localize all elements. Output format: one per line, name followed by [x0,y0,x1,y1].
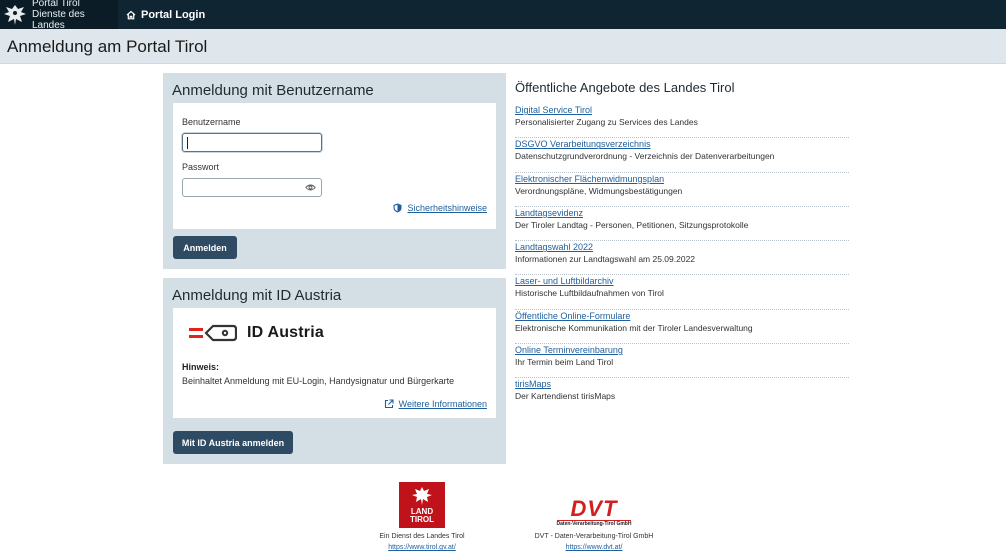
id-austria-card: Anmeldung mit ID Austria ID Austria Hinw… [163,278,506,464]
page-header: Anmeldung am Portal Tirol [0,29,1006,64]
text-caret [187,137,188,149]
page-title: Anmeldung am Portal Tirol [7,37,208,56]
brand-subtitle: Dienste des Landes [32,9,85,31]
id-austria-panel: ID Austria Hinweis: Beinhaltet Anmeldung… [173,308,496,418]
hint-title: Hinweis: [182,362,220,372]
list-item: Landtagswahl 2022 Informationen zur Land… [515,241,849,276]
username-input[interactable] [182,133,322,152]
offer-description: Personalisierter Zugang zu Services des … [515,117,698,127]
external-link-icon [384,399,394,409]
more-information-label: Weitere Informationen [398,399,487,409]
offer-link[interactable]: Digital Service Tirol [515,105,849,116]
brand-title: Portal Tirol [32,0,80,9]
id-austria-key-icon [189,324,237,342]
footer-dvt: DVT Daten-Verarbeitung-Tirol GmbH DVT - … [519,482,669,553]
offer-link[interactable]: Öffentliche Online-Formulare [515,311,849,322]
offer-description: Der Kartendienst tirisMaps [515,391,616,402]
list-item: Digital Service Tirol Personalisierter Z… [515,104,849,139]
public-offers-section: Öffentliche Angebote des Landes Tirol Di… [515,80,849,413]
password-input[interactable] [182,178,322,197]
offer-link[interactable]: tirisMaps [515,379,849,390]
home-icon [126,10,136,19]
id-austria-login-button[interactable]: Mit ID Austria anmelden [173,431,293,454]
login-button[interactable]: Anmelden [173,236,237,259]
offer-link[interactable]: Laser- und Luftbildarchiv [515,276,849,287]
list-item: Elektronischer Flächenwidmungsplan Veror… [515,173,849,207]
portal-login-label: Portal Login [141,8,206,21]
dvt-logo-subtitle: Daten-Verarbeitung-Tirol GmbH [556,520,632,527]
id-austria-logo: ID Austria [189,322,324,344]
public-offers-title: Öffentliche Angebote des Landes Tirol [515,80,735,95]
security-notes-link[interactable]: Sicherheitshinweise [393,203,487,213]
password-label: Passwort [182,162,220,172]
shield-icon [393,203,402,213]
list-item: Landtagsevidenz Der Tiroler Landtag - Pe… [515,207,849,242]
land-tirol-caption: Ein Dienst des Landes Tirol [379,533,465,540]
offer-description: Informationen zur Landtagswahl am 25.09.… [515,254,696,265]
land-tirol-url[interactable]: https://www.tirol.gv.at/ [388,544,456,551]
land-tirol-logo-text: LAND TIROL [410,507,434,524]
portal-brand[interactable]: Portal Tirol Dienste des Landes [0,0,118,31]
dvt-url[interactable]: https://www.dvt.at/ [566,544,623,551]
eye-icon[interactable] [305,183,316,192]
username-login-card: Anmeldung mit Benutzername Benutzername … [163,73,506,269]
eagle-icon [412,487,432,505]
offer-description: Verordnungspläne, Widmungsbestätigungen [515,185,683,196]
eagle-icon [0,0,30,29]
list-item: Öffentliche Online-Formulare Elektronisc… [515,310,849,345]
top-navigation-bar: Portal Tirol Dienste des Landes Portal L… [0,0,1006,31]
offer-description: Der Tiroler Landtag - Personen, Petition… [515,219,749,230]
security-notes-label: Sicherheitshinweise [407,203,487,213]
offer-description: Elektronische Kommunikation mit der Tiro… [515,322,753,333]
offer-link[interactable]: DSGVO Verarbeitungsverzeichnis [515,139,849,150]
list-item: Online Terminvereinbarung Ihr Termin bei… [515,344,849,379]
username-login-form: Benutzername Passwort Sicherheitshinweis… [173,103,496,229]
list-item: DSGVO Verarbeitungsverzeichnis Datenschu… [515,138,849,173]
offer-description: Ihr Termin beim Land Tirol [515,357,614,368]
offer-description: Datenschutzgrundverordnung - Verzeichnis… [515,151,775,162]
offer-link[interactable]: Elektronischer Flächenwidmungsplan [515,174,849,185]
brand-text: Portal Tirol Dienste des Landes [32,0,118,31]
more-information-link[interactable]: Weitere Informationen [384,399,487,409]
hint-text: Beinhaltet Anmeldung mit EU-Login, Handy… [182,376,455,386]
dvt-logo-wordmark: DVT [570,496,618,521]
dvt-caption: DVT - Daten-Verarbeitung-Tirol GmbH [534,533,654,540]
id-austria-title: Anmeldung mit ID Austria [172,287,342,304]
id-austria-wordmark: ID Austria [247,324,324,341]
land-tirol-logo: LAND TIROL [399,482,445,528]
username-label: Benutzername [182,117,241,127]
portal-login-nav[interactable]: Portal Login [126,0,205,29]
list-item: Laser- und Luftbildarchiv Historische Lu… [515,275,849,310]
dvt-logo: DVT Daten-Verarbeitung-Tirol GmbH [519,482,669,528]
username-login-title: Anmeldung mit Benutzername [172,82,374,99]
offer-link[interactable]: Landtagsevidenz [515,208,849,219]
footer-land-tirol: LAND TIROL Ein Dienst des Landes Tirol h… [362,482,482,553]
offer-description: Historische Luftbildaufnahmen von Tirol [515,288,664,299]
list-item: tirisMaps Der Kartendienst tirisMaps [515,378,849,412]
offer-link[interactable]: Landtagswahl 2022 [515,242,849,253]
offer-link[interactable]: Online Terminvereinbarung [515,345,849,356]
